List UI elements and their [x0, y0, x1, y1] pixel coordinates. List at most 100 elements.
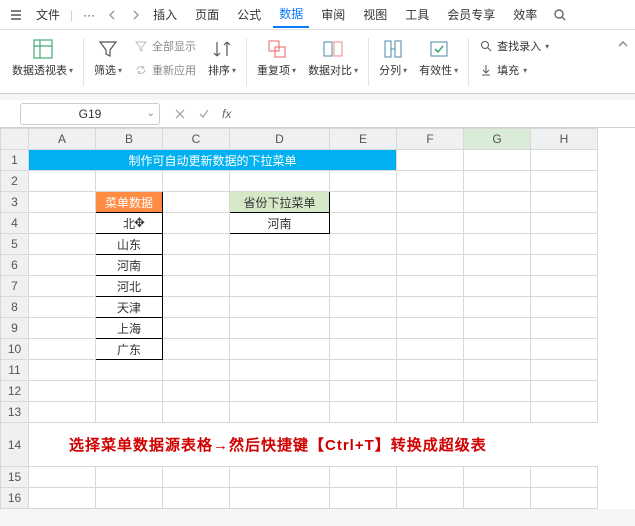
compare-button[interactable]: 数据对比▾	[304, 36, 362, 80]
cell[interactable]	[464, 150, 531, 171]
row-header[interactable]: 1	[1, 150, 29, 171]
cell[interactable]	[397, 297, 464, 318]
tab-insert[interactable]: 插入	[147, 2, 183, 27]
row-header[interactable]: 5	[1, 234, 29, 255]
row-header[interactable]: 16	[1, 488, 29, 509]
cell[interactable]	[230, 318, 330, 339]
tab-next-icon[interactable]	[125, 5, 145, 25]
cell[interactable]	[96, 381, 163, 402]
cell[interactable]	[29, 381, 96, 402]
cell[interactable]	[397, 402, 464, 423]
cancel-formula-icon[interactable]	[168, 108, 192, 120]
cell[interactable]	[163, 297, 230, 318]
tab-efficiency[interactable]: 效率	[507, 2, 543, 27]
row-header[interactable]: 11	[1, 360, 29, 381]
cell[interactable]	[29, 171, 96, 192]
menu-data-cell[interactable]: 天津	[96, 297, 163, 318]
cell[interactable]	[330, 276, 397, 297]
tab-tools[interactable]: 工具	[399, 2, 435, 27]
cell[interactable]	[29, 213, 96, 234]
validation-button[interactable]: 有效性▾	[415, 36, 462, 80]
cell[interactable]	[397, 381, 464, 402]
cell[interactable]	[397, 150, 464, 171]
sort-button[interactable]: 排序▾	[204, 36, 240, 80]
cell[interactable]	[397, 192, 464, 213]
row-header[interactable]: 3	[1, 192, 29, 213]
cell[interactable]	[531, 297, 598, 318]
chevron-down-icon[interactable]: ⌄	[147, 108, 155, 119]
cell[interactable]	[230, 234, 330, 255]
cell[interactable]	[531, 360, 598, 381]
ribbon-collapse-icon[interactable]	[617, 38, 629, 50]
cell[interactable]	[330, 402, 397, 423]
menu-data-cell[interactable]: 河南	[96, 255, 163, 276]
cell[interactable]	[397, 467, 464, 488]
cell[interactable]	[96, 488, 163, 509]
cell[interactable]	[29, 255, 96, 276]
menu-data-cell[interactable]: 上海	[96, 318, 163, 339]
cell[interactable]	[163, 339, 230, 360]
cell[interactable]	[230, 467, 330, 488]
tab-view[interactable]: 视图	[357, 2, 393, 27]
cell[interactable]	[230, 339, 330, 360]
col-header-E[interactable]: E	[330, 129, 397, 150]
spreadsheet-grid[interactable]: A B C D E F G H 1制作可自动更新数据的下拉菜单23菜单数据省份下…	[0, 128, 635, 509]
cell[interactable]	[163, 318, 230, 339]
find-entry-button[interactable]: 查找录入 ▾	[475, 36, 553, 56]
menu-header-cell[interactable]: 菜单数据	[96, 192, 163, 213]
cell[interactable]	[531, 318, 598, 339]
cell[interactable]	[330, 192, 397, 213]
col-header-D[interactable]: D	[230, 129, 330, 150]
cell[interactable]	[29, 297, 96, 318]
cell[interactable]	[163, 488, 230, 509]
cell[interactable]	[531, 488, 598, 509]
cell[interactable]	[464, 234, 531, 255]
cell[interactable]	[531, 276, 598, 297]
col-header-B[interactable]: B	[96, 129, 163, 150]
cell[interactable]	[397, 255, 464, 276]
row-header[interactable]: 15	[1, 467, 29, 488]
cell[interactable]	[397, 213, 464, 234]
cell[interactable]	[163, 467, 230, 488]
cell[interactable]	[531, 213, 598, 234]
cell[interactable]	[397, 171, 464, 192]
cell[interactable]	[230, 488, 330, 509]
cell[interactable]	[29, 318, 96, 339]
tab-data[interactable]: 数据	[273, 1, 309, 28]
title-cell[interactable]: 制作可自动更新数据的下拉菜单	[29, 150, 397, 171]
select-all-corner[interactable]	[1, 129, 29, 150]
menu-data-cell[interactable]: 山东	[96, 234, 163, 255]
cell[interactable]	[464, 488, 531, 509]
confirm-formula-icon[interactable]	[192, 108, 216, 120]
cell[interactable]	[230, 276, 330, 297]
cell[interactable]	[531, 339, 598, 360]
cell[interactable]	[330, 488, 397, 509]
cell[interactable]	[531, 255, 598, 276]
cell[interactable]	[531, 192, 598, 213]
cell[interactable]	[330, 171, 397, 192]
cell[interactable]	[163, 255, 230, 276]
cell[interactable]	[464, 402, 531, 423]
province-header-cell[interactable]: 省份下拉菜单	[230, 192, 330, 213]
app-menu-icon[interactable]	[4, 5, 28, 25]
col-header-C[interactable]: C	[163, 129, 230, 150]
row-header[interactable]: 12	[1, 381, 29, 402]
reapply-button[interactable]: 重新应用	[130, 60, 200, 80]
cell[interactable]	[96, 171, 163, 192]
cell[interactable]	[330, 255, 397, 276]
cell[interactable]	[330, 234, 397, 255]
row-header[interactable]: 14	[1, 423, 29, 467]
show-all-button[interactable]: 全部显示	[130, 36, 200, 56]
cell[interactable]	[163, 171, 230, 192]
cell[interactable]	[464, 297, 531, 318]
row-header[interactable]: 7	[1, 276, 29, 297]
cell[interactable]	[464, 192, 531, 213]
col-header-G[interactable]: G	[464, 129, 531, 150]
cell[interactable]	[163, 213, 230, 234]
formula-input[interactable]	[237, 103, 635, 125]
menu-data-cell[interactable]: 河北	[96, 276, 163, 297]
cell[interactable]	[29, 402, 96, 423]
cell[interactable]	[163, 234, 230, 255]
col-header-H[interactable]: H	[531, 129, 598, 150]
cell[interactable]	[29, 339, 96, 360]
